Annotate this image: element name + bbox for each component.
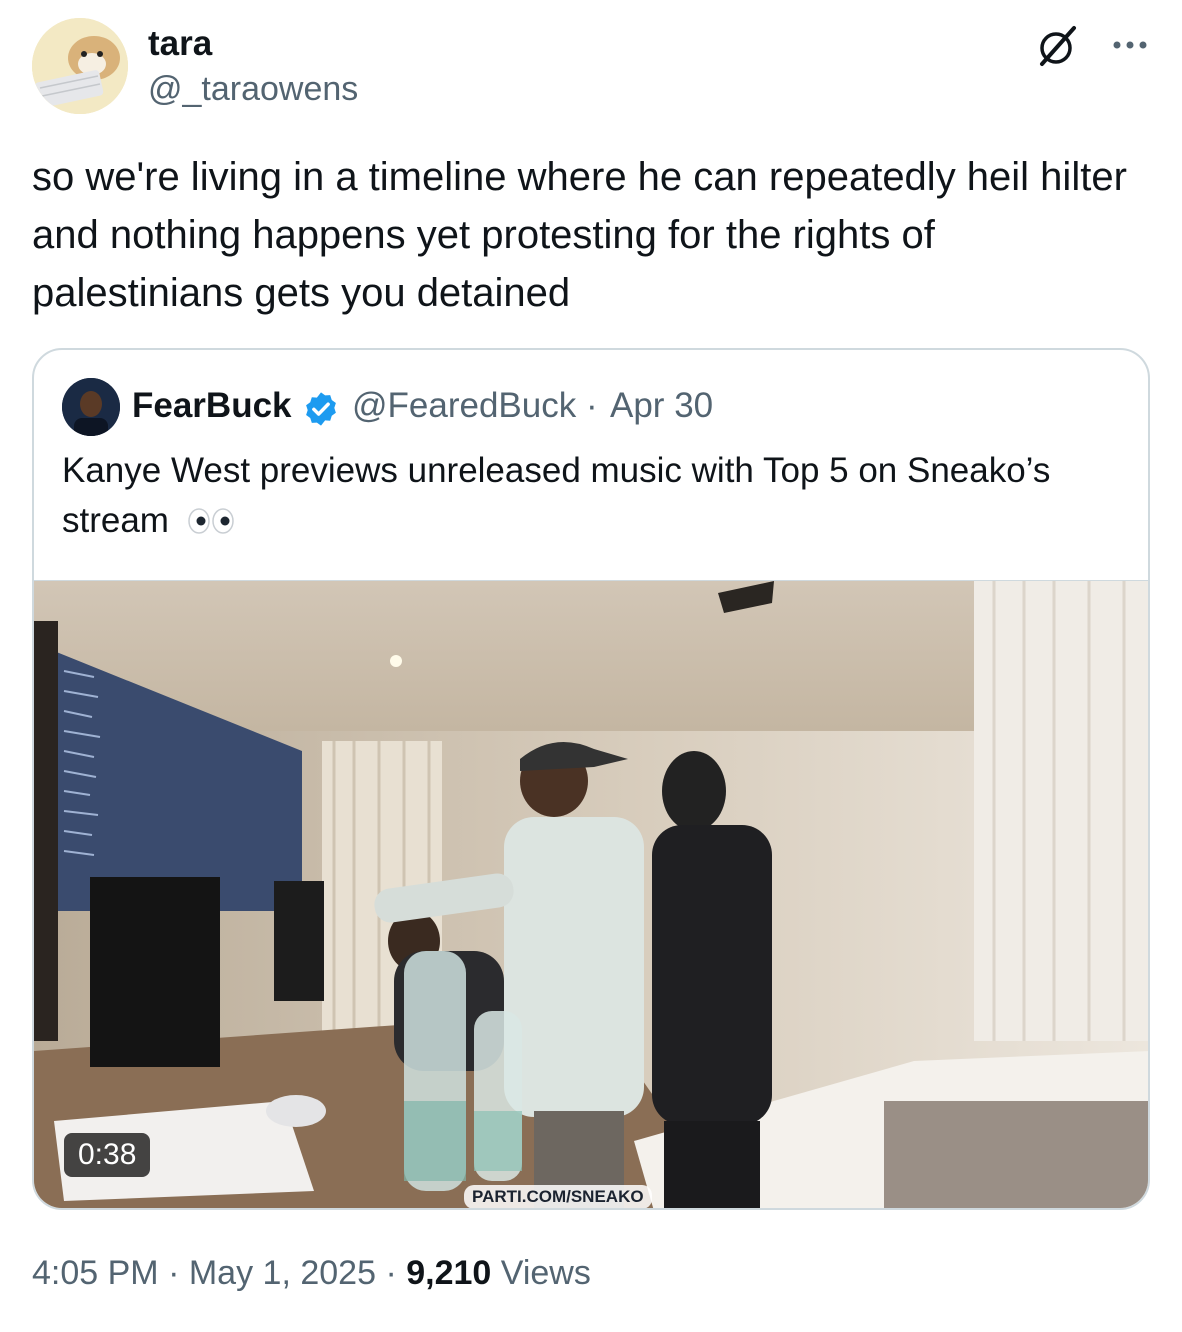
author-avatar[interactable] xyxy=(32,18,128,114)
grok-icon[interactable] xyxy=(1036,24,1080,68)
separator-dot: · xyxy=(586,386,598,425)
tweet-header: tara @_taraowens xyxy=(32,18,1150,114)
tweet-date[interactable]: May 1, 2025 xyxy=(189,1254,376,1292)
video-watermark: PARTI.COM/SNEAKO xyxy=(464,1185,652,1208)
separator-dot: · xyxy=(168,1254,180,1292)
views-label: Views xyxy=(500,1254,591,1292)
separator-dot: · xyxy=(385,1254,397,1292)
verified-badge-icon xyxy=(302,390,340,428)
author-handle[interactable]: @_taraowens xyxy=(148,70,358,109)
video-thumbnail xyxy=(34,581,1148,1208)
quote-author-avatar[interactable] xyxy=(62,378,120,436)
quoted-tweet[interactable]: FearBuck @FearedBuck · Apr 30 Kanye West… xyxy=(32,348,1150,1210)
eyes-emoji-icon xyxy=(185,500,237,534)
tweet-time[interactable]: 4:05 PM xyxy=(32,1254,159,1292)
video-duration: 0:38 xyxy=(64,1133,151,1177)
views-count[interactable]: 9,210 xyxy=(406,1254,491,1292)
quote-author-handle[interactable]: @FearedBuck xyxy=(352,386,576,426)
video-player[interactable]: 0:38 PARTI.COM/SNEAKO xyxy=(34,580,1148,1208)
quote-author-name[interactable]: FearBuck xyxy=(132,386,292,426)
author-name[interactable]: tara xyxy=(148,24,212,64)
tweet-text: so we're living in a timeline where he c… xyxy=(32,155,1127,315)
quote-text: Kanye West previews unreleased music wit… xyxy=(62,446,1132,546)
more-icon[interactable] xyxy=(1110,30,1150,60)
quote-date[interactable]: Apr 30 xyxy=(610,386,713,426)
tweet-footer: 4:05 PM · May 1, 2025 · 9,210 Views xyxy=(32,1254,591,1293)
